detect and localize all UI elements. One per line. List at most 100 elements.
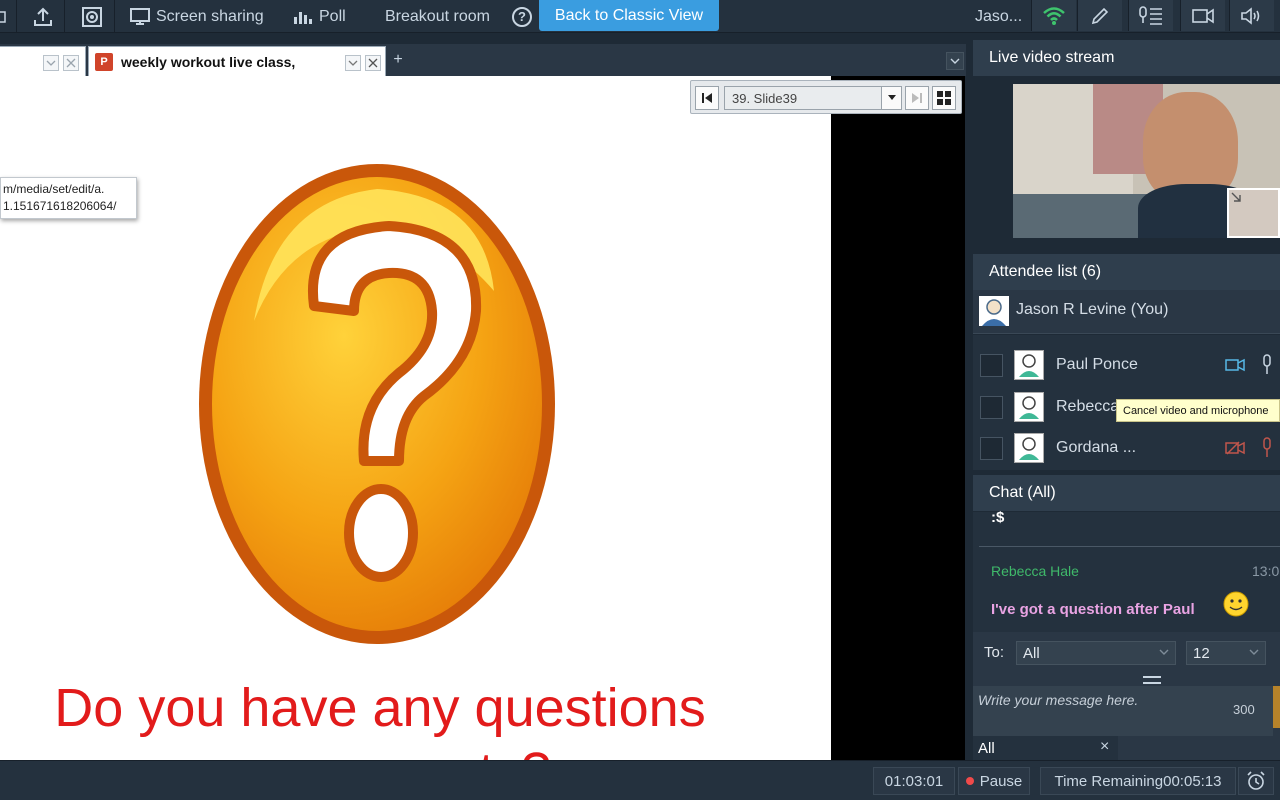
attendee-checkbox[interactable]: [980, 396, 1003, 419]
pen-icon: [1091, 7, 1109, 24]
avatar: [1014, 350, 1044, 380]
close-icon[interactable]: ×: [1100, 738, 1109, 756]
top-toolbar: Screen sharing Poll Breakout room ? Back…: [0, 0, 1280, 33]
tab-minimize-icon[interactable]: [43, 55, 59, 71]
microphone-off-icon[interactable]: [1261, 437, 1273, 459]
mic-settings-button[interactable]: [1128, 0, 1173, 31]
slide-heading: Do you have any questions or comments?: [0, 676, 760, 760]
slide-margin: [831, 76, 965, 760]
video-camera-off-icon[interactable]: [1225, 441, 1245, 455]
document-tab-bar: P weekly workout live class, +: [0, 44, 966, 76]
alarm-clock-icon: [1247, 771, 1265, 790]
time-remaining: Time Remaining 00:05:13: [1040, 767, 1236, 795]
send-button[interactable]: [1273, 686, 1280, 728]
host-avatar: [979, 296, 1009, 326]
attendee-row[interactable]: Paul Ponce: [973, 345, 1280, 385]
grid-view-button[interactable]: [932, 86, 956, 110]
poll-label: Poll: [319, 7, 346, 25]
microphone-icon[interactable]: [1261, 354, 1273, 376]
chat-divider: [979, 546, 1280, 547]
chevron-down-icon: [950, 58, 960, 64]
video-toggle-button[interactable]: [1180, 0, 1225, 31]
tab-close-icon[interactable]: [365, 55, 381, 71]
breakout-room-button[interactable]: Breakout room: [385, 0, 490, 33]
video-camera-icon: [1192, 8, 1214, 23]
video-panel-header[interactable]: Live video stream: [973, 40, 1280, 76]
pause-label: Pause: [979, 772, 1023, 790]
camera-icon[interactable]: [0, 0, 12, 33]
chevron-down-icon: [881, 87, 901, 109]
screen-sharing-button[interactable]: Screen sharing: [130, 0, 264, 33]
attendee-checkbox[interactable]: [980, 354, 1003, 377]
user-menu[interactable]: Jaso...: [975, 0, 1022, 33]
tab-list-dropdown[interactable]: [946, 52, 964, 70]
chat-message: I've got a question after Paul: [991, 601, 1195, 618]
slide-text-line: Do you have any questions: [54, 678, 706, 738]
document-tab-previous[interactable]: [0, 46, 86, 76]
toolbar-divider: [114, 0, 115, 33]
pause-button[interactable]: Pause: [958, 767, 1030, 795]
snapshot-icon[interactable]: [81, 0, 109, 33]
help-button[interactable]: ?: [512, 0, 532, 33]
breakout-room-label: Breakout room: [385, 7, 490, 25]
video-feed: [1013, 84, 1280, 238]
chat-messages: :$ Rebecca Hale 13:0 I've got a question…: [973, 509, 1280, 632]
mic-list-icon: [1139, 5, 1162, 25]
tab-close-icon[interactable]: [63, 55, 79, 71]
attendee-name: Paul Ponce: [1056, 356, 1138, 373]
powerpoint-icon: P: [95, 53, 113, 71]
font-size-select[interactable]: 12: [1186, 641, 1266, 665]
tab-label: weekly workout live class,: [121, 54, 296, 70]
tab-minimize-icon[interactable]: [345, 55, 361, 71]
slide-text-line: or comments?: [0, 740, 760, 760]
chat-previous-message: :$: [991, 509, 1005, 526]
recipient-value: All: [1023, 644, 1040, 662]
document-tab-weekly-workout[interactable]: P weekly workout live class,: [88, 46, 386, 76]
chat-panel-header[interactable]: Chat (All): [973, 475, 1280, 511]
elapsed-value: 01:03:01: [884, 772, 944, 790]
slide-select[interactable]: 39. Slide39: [724, 86, 902, 110]
url-line: m/media/set/edit/a.: [3, 182, 105, 196]
chevron-down-icon: [1159, 649, 1169, 655]
resize-handle[interactable]: [1143, 676, 1161, 684]
previous-icon: [702, 93, 712, 103]
time-remaining-value: 00:05:13: [1163, 772, 1222, 790]
wifi-icon: [1043, 6, 1065, 25]
help-icon: ?: [512, 6, 532, 27]
status-bar: 01:03:01 Pause Time Remaining 00:05:13: [0, 760, 1280, 800]
panel-title: Chat (All): [989, 484, 1056, 501]
upload-icon[interactable]: [32, 0, 60, 33]
time-remaining-label: Time Remaining: [1054, 772, 1164, 790]
avatar: [1014, 433, 1044, 463]
alarm-button[interactable]: [1238, 767, 1274, 795]
back-to-classic-view-button[interactable]: Back to Classic View: [539, 0, 719, 31]
chevron-down-icon: [1249, 649, 1259, 655]
message-input[interactable]: Write your message here. 300: [973, 686, 1273, 736]
previous-slide-button[interactable]: [695, 86, 719, 110]
live-video-stream: [973, 79, 1280, 248]
bar-chart-icon: [294, 11, 312, 24]
avatar: [1014, 392, 1044, 422]
chat-tab-all[interactable]: All ×: [973, 736, 1118, 760]
chat-timestamp: 13:0: [1252, 563, 1280, 579]
add-tab-icon[interactable]: +: [390, 52, 406, 68]
char-count: 300: [1233, 702, 1255, 717]
poll-button[interactable]: Poll: [293, 0, 346, 33]
speaker-icon: [1241, 6, 1260, 25]
attendee-panel-header[interactable]: Attendee list (6): [973, 254, 1280, 290]
attendee-checkbox[interactable]: [980, 437, 1003, 460]
attendee-name: Rebecca: [1056, 398, 1120, 415]
slide-select-value: 39. Slide39: [732, 90, 798, 106]
pen-button[interactable]: [1077, 0, 1122, 31]
smiley-emoji-icon: [1223, 591, 1249, 617]
video-camera-icon[interactable]: [1225, 358, 1245, 372]
recipient-select[interactable]: All: [1016, 641, 1176, 665]
font-size-value: 12: [1193, 644, 1210, 662]
speaker-button[interactable]: [1229, 0, 1274, 31]
attendee-name: Gordana ...: [1056, 439, 1137, 456]
self-view-thumbnail[interactable]: [1227, 188, 1280, 238]
wifi-button[interactable]: [1031, 0, 1076, 31]
next-slide-button[interactable]: [905, 86, 929, 110]
attendee-row[interactable]: Gordana ...: [973, 428, 1280, 468]
host-row[interactable]: Jason R Levine (You): [973, 290, 1280, 334]
